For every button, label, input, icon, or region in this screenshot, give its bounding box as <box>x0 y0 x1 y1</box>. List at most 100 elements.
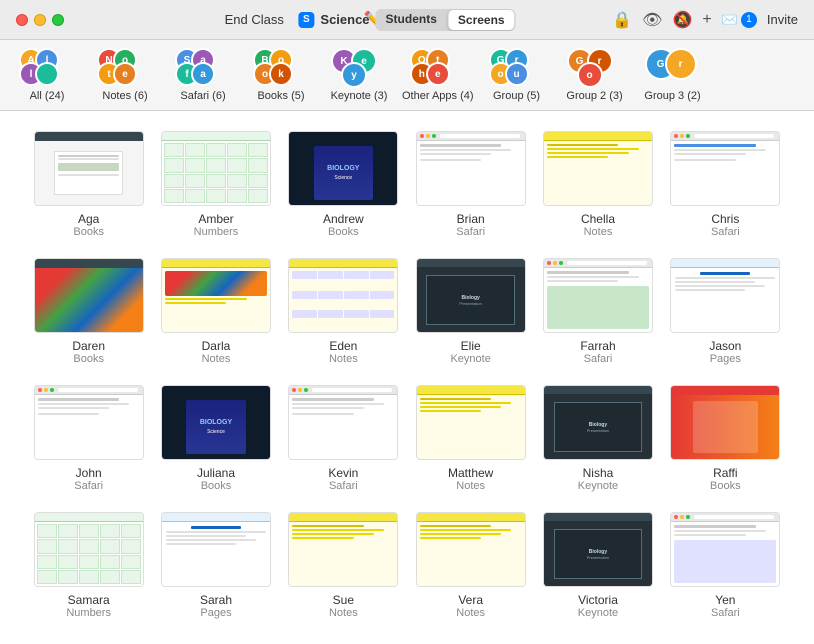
student-name: Amber <box>198 212 233 226</box>
student-card-victoria[interactable]: Biology Presentation VictoriaKeynote <box>539 512 656 619</box>
student-app: Notes <box>329 607 358 619</box>
eye-icon[interactable]: 👁 <box>642 10 662 30</box>
student-app: Notes <box>329 353 358 365</box>
student-app: Notes <box>202 353 231 365</box>
student-card-sarah[interactable]: SarahPages <box>157 512 274 619</box>
student-card-kevin[interactable]: KevinSafari <box>285 385 402 492</box>
bell-icon[interactable]: 🔕 <box>672 10 692 30</box>
student-card-matthew[interactable]: MatthewNotes <box>412 385 529 492</box>
messages-button[interactable]: ✉️ 1 <box>722 12 757 28</box>
screen-thumbnail-aga <box>34 131 144 206</box>
student-card-vera[interactable]: VeraNotes <box>412 512 529 619</box>
group-label-7: Group 2 (3) <box>566 90 622 102</box>
student-app: Keynote <box>578 607 618 619</box>
screen-thumbnail-sue <box>288 512 398 587</box>
student-name: Darla <box>202 339 231 353</box>
group-item-1[interactable]: NoteNotes (6) <box>90 48 160 102</box>
student-card-jason[interactable]: JasonPages <box>667 258 784 365</box>
student-app: Safari <box>74 480 103 492</box>
screen-thumbnail-eden <box>288 258 398 333</box>
student-name: Chris <box>711 212 739 226</box>
lock-icon[interactable]: 🔒 <box>612 10 632 30</box>
student-card-sue[interactable]: SueNotes <box>285 512 402 619</box>
screen-thumbnail-farrah <box>543 258 653 333</box>
student-grid: AgaBooks AmberNumbers BIOLOGY Science An… <box>30 131 784 619</box>
student-card-amber[interactable]: AmberNumbers <box>157 131 274 238</box>
student-app: Numbers <box>194 226 239 238</box>
screen-thumbnail-nisha: Biology Presentation <box>543 385 653 460</box>
student-card-farrah[interactable]: FarrahSafari <box>539 258 656 365</box>
student-card-andrew[interactable]: BIOLOGY Science AndrewBooks <box>285 131 402 238</box>
student-card-elie[interactable]: Biology Presentation ElieKeynote <box>412 258 529 365</box>
traffic-lights <box>16 14 64 26</box>
student-app: Notes <box>456 480 485 492</box>
student-name: John <box>76 466 102 480</box>
student-name: Andrew <box>323 212 364 226</box>
screen-thumbnail-kevin <box>288 385 398 460</box>
add-icon[interactable]: + <box>702 11 711 29</box>
toolbar-right: 🔒 👁 🔕 + ✉️ 1 Invite <box>612 10 798 30</box>
student-card-john[interactable]: JohnSafari <box>30 385 147 492</box>
invite-button[interactable]: Invite <box>767 12 798 27</box>
student-name: Sarah <box>200 593 232 607</box>
group-item-6[interactable]: GrouGroup (5) <box>482 48 552 102</box>
group-item-0[interactable]: All All (24) <box>12 48 82 102</box>
screen-thumbnail-samara <box>34 512 144 587</box>
minimize-button[interactable] <box>34 14 46 26</box>
screen-thumbnail-matthew <box>416 385 526 460</box>
group-label-0: All (24) <box>30 90 65 102</box>
group-item-3[interactable]: BookBooks (5) <box>246 48 316 102</box>
student-app: Notes <box>584 226 613 238</box>
screen-thumbnail-vera <box>416 512 526 587</box>
student-card-raffi[interactable]: RaffiBooks <box>667 385 784 492</box>
screen-thumbnail-jason <box>670 258 780 333</box>
student-card-juliana[interactable]: BIOLOGY Science JulianaBooks <box>157 385 274 492</box>
group-item-8[interactable]: GrGroup 3 (2) <box>638 48 708 102</box>
student-app: Safari <box>456 226 485 238</box>
student-app: Keynote <box>450 353 490 365</box>
student-app: Books <box>73 226 104 238</box>
student-name: Aga <box>78 212 99 226</box>
screen-thumbnail-amber <box>161 131 271 206</box>
student-app: Safari <box>711 607 740 619</box>
maximize-button[interactable] <box>52 14 64 26</box>
main-content: AgaBooks AmberNumbers BIOLOGY Science An… <box>0 111 814 644</box>
group-item-7[interactable]: GroGroup 2 (3) <box>560 48 630 102</box>
close-button[interactable] <box>16 14 28 26</box>
group-item-4[interactable]: KeyKeynote (3) <box>324 48 394 102</box>
student-app: Books <box>73 353 104 365</box>
student-card-eden[interactable]: EdenNotes <box>285 258 402 365</box>
student-name: Nisha <box>583 466 614 480</box>
screen-thumbnail-daren <box>34 258 144 333</box>
student-card-aga[interactable]: AgaBooks <box>30 131 147 238</box>
group-item-5[interactable]: OtheOther Apps (4) <box>402 48 474 102</box>
student-name: Jason <box>709 339 741 353</box>
students-tab[interactable]: Students <box>376 9 447 31</box>
screen-thumbnail-sarah <box>161 512 271 587</box>
student-name: Eden <box>329 339 357 353</box>
student-card-chris[interactable]: ChrisSafari <box>667 131 784 238</box>
student-card-chella[interactable]: ChellaNotes <box>539 131 656 238</box>
student-card-darla[interactable]: DarlaNotes <box>157 258 274 365</box>
student-app: Books <box>328 226 359 238</box>
group-label-6: Group (5) <box>493 90 540 102</box>
students-screens-segcontrol[interactable]: Students Screens <box>376 9 516 31</box>
window-title-area: S Science Students Screens <box>298 9 515 31</box>
message-badge: 1 <box>741 12 757 28</box>
window-title: Science <box>320 12 369 27</box>
group-label-4: Keynote (3) <box>331 90 388 102</box>
end-class-button[interactable]: End Class <box>225 12 284 27</box>
student-card-samara[interactable]: SamaraNumbers <box>30 512 147 619</box>
student-card-brian[interactable]: BrianSafari <box>412 131 529 238</box>
student-card-yen[interactable]: YenSafari <box>667 512 784 619</box>
title-bar: End Class ✏️ 🎯 📺 S Science Students Scre… <box>0 0 814 40</box>
screens-tab[interactable]: Screens <box>448 10 515 30</box>
student-name: Raffi <box>713 466 737 480</box>
screen-thumbnail-john <box>34 385 144 460</box>
student-name: Samara <box>68 593 110 607</box>
student-card-daren[interactable]: DarenBooks <box>30 258 147 365</box>
group-item-2[interactable]: SafaSafari (6) <box>168 48 238 102</box>
student-card-nisha[interactable]: Biology Presentation NishaKeynote <box>539 385 656 492</box>
group-label-8: Group 3 (2) <box>644 90 700 102</box>
screen-thumbnail-darla <box>161 258 271 333</box>
